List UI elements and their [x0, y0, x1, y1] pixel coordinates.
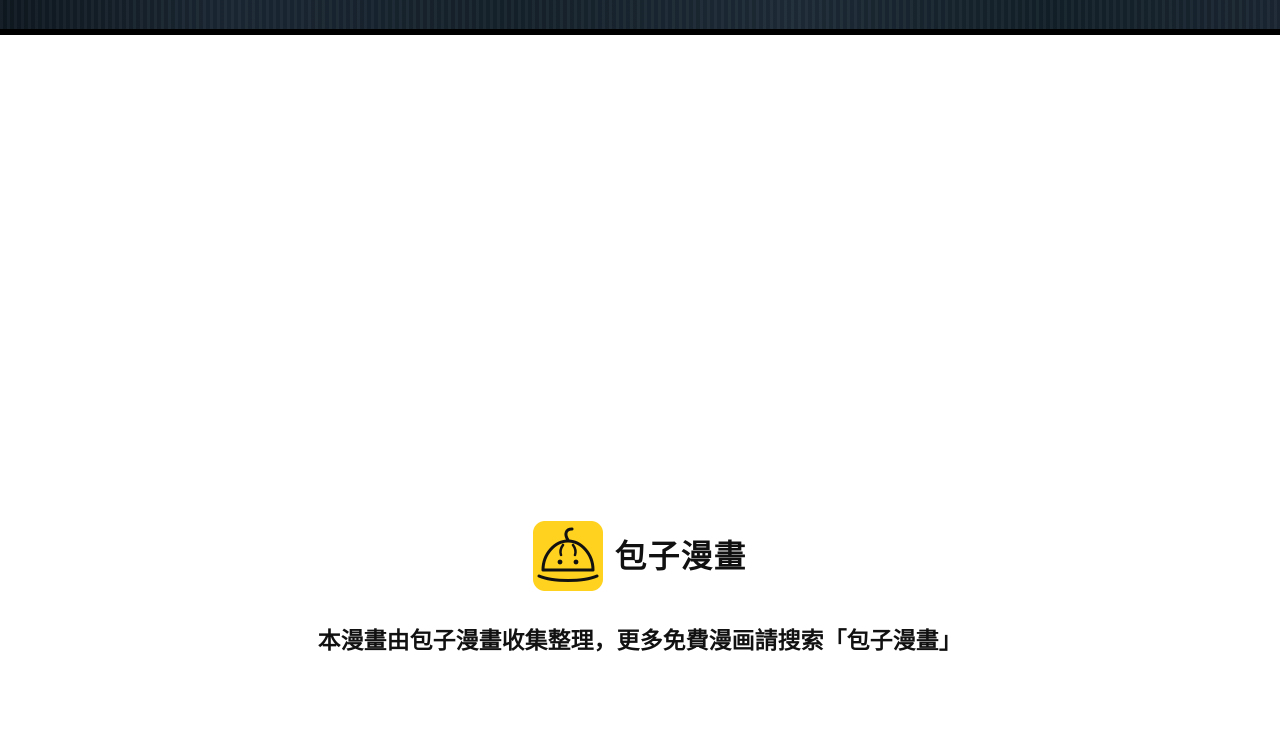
comic-page: 包子漫畫 本漫畫由包子漫畫收集整理，更多免費漫画請搜索「包子漫畫」: [0, 0, 1280, 732]
source-notice: 本漫畫由包子漫畫收集整理，更多免費漫画請搜索「包子漫畫」: [318, 628, 962, 654]
panel-border: [0, 29, 1280, 35]
steamed-bun-icon: [533, 521, 603, 591]
brand-header: 包子漫畫: [533, 521, 747, 591]
comic-panel-bottom-strip: [0, 0, 1280, 29]
brand-name: 包子漫畫: [615, 537, 748, 575]
